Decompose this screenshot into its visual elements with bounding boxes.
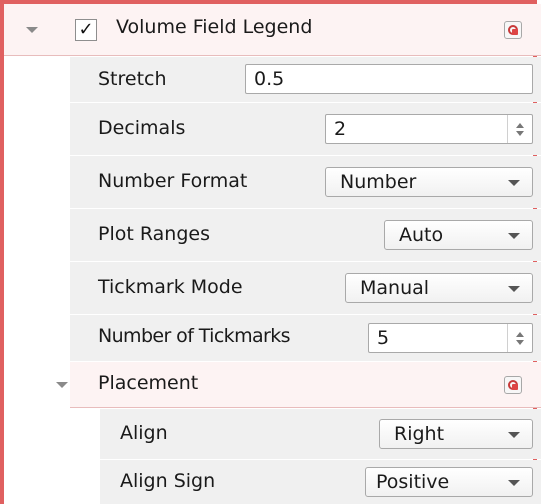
spin-arrows-icon[interactable] [507,324,532,352]
property-row-align: Align Right [4,409,541,459]
decimals-label: Decimals [98,117,186,139]
placement-title: Placement [98,372,199,394]
plot-ranges-label: Plot Ranges [98,223,210,245]
stretch-input[interactable]: 0.5 [245,64,533,94]
tickmark-mode-dropdown[interactable]: Manual [345,273,533,303]
property-row-align-sign: Align Sign Positive [4,460,541,504]
chevron-down-icon [508,432,520,438]
stretch-label: Stretch [98,68,167,90]
collapse-arrow-icon[interactable] [26,27,38,33]
chevron-down-icon [508,180,520,186]
align-sign-label: Align Sign [120,470,216,492]
plot-ranges-value: Auto [399,224,444,246]
number-of-tickmarks-label: Number of Tickmarks [98,325,291,347]
chevron-down-icon [508,480,520,486]
number-format-value: Number [340,171,417,193]
chevron-down-icon [508,233,520,239]
chevron-down-icon [508,286,520,292]
number-of-tickmarks-value: 5 [377,327,390,349]
reset-defaults-icon[interactable] [504,21,522,39]
property-row-decimals: Decimals 2 [4,103,541,155]
number-format-label: Number Format [98,170,248,192]
collapse-arrow-icon[interactable] [56,382,68,388]
align-value: Right [394,423,445,445]
align-sign-value: Positive [376,471,450,493]
plot-ranges-dropdown[interactable]: Auto [384,220,533,250]
section-title: Volume Field Legend [116,16,313,38]
decimals-spinbox[interactable]: 2 [325,114,533,144]
property-row-number-of-tickmarks: Number of Tickmarks 5 [4,315,541,361]
align-sign-dropdown[interactable]: Positive [365,467,533,497]
legend-enable-checkbox[interactable]: ✓ [75,19,97,41]
tickmark-mode-label: Tickmark Mode [98,276,243,298]
number-format-dropdown[interactable]: Number [325,167,533,197]
section-header-placement[interactable]: Placement [4,362,541,408]
spin-arrows-icon[interactable] [507,115,532,143]
section-header-volume-field-legend[interactable]: ✓ Volume Field Legend [4,4,541,56]
number-of-tickmarks-spinbox[interactable]: 5 [368,323,533,353]
decimals-value: 2 [334,118,347,140]
align-label: Align [120,422,168,444]
property-row-tickmark-mode: Tickmark Mode Manual [4,262,541,314]
property-row-number-format: Number Format Number [4,156,541,208]
property-row-plot-ranges: Plot Ranges Auto [4,209,541,261]
tickmark-mode-value: Manual [360,277,430,299]
align-dropdown[interactable]: Right [379,419,533,449]
reset-defaults-icon[interactable] [504,376,522,394]
property-row-stretch: Stretch 0.5 [4,57,541,102]
